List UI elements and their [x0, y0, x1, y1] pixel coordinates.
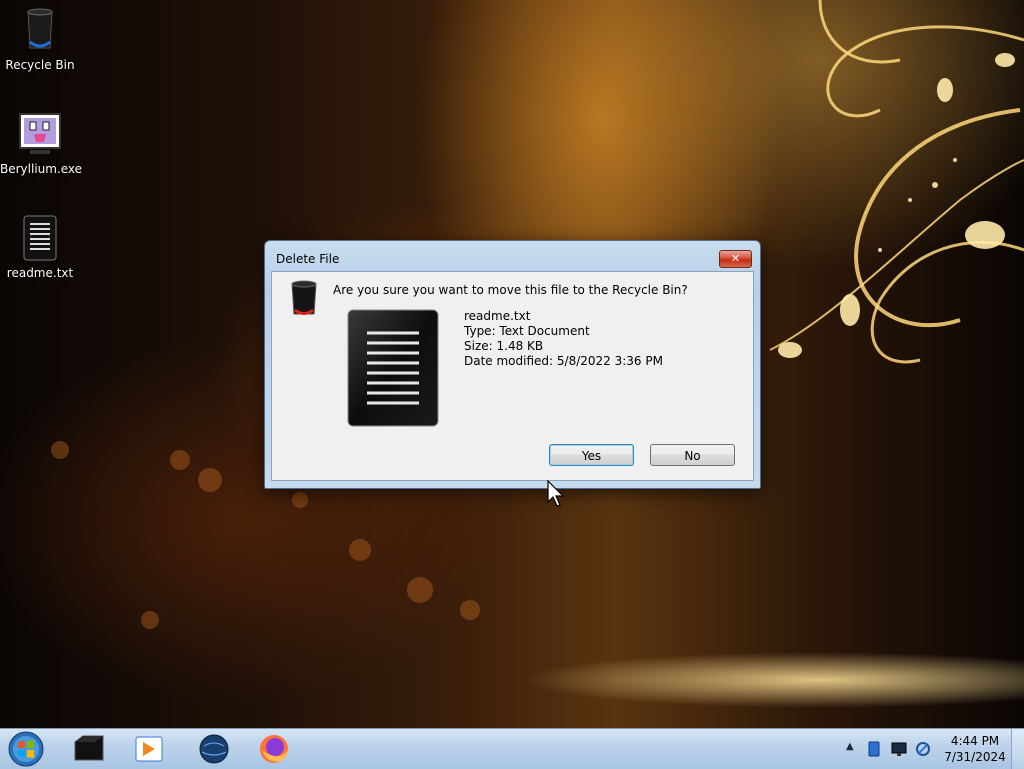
dialog-titlebar[interactable]: Delete File ✕ — [265, 241, 760, 273]
desktop-icon-label: Beryllium.exe — [0, 162, 83, 176]
start-button[interactable] — [6, 730, 46, 768]
file-type: Type: Text Document — [464, 324, 590, 338]
close-button[interactable]: ✕ — [719, 250, 752, 268]
desktop-icon-beryllium[interactable]: Beryllium.exe — [0, 110, 83, 176]
network-icon[interactable] — [915, 741, 931, 757]
text-file-icon — [16, 214, 64, 262]
file-modified: Date modified: 5/8/2022 3:36 PM — [464, 354, 663, 368]
tablet-icon[interactable] — [866, 741, 882, 757]
desktop-icon-label: Recycle Bin — [5, 58, 75, 72]
file-size: Size: 1.48 KB — [464, 339, 544, 353]
desktop-icon-recycle-bin[interactable]: Recycle Bin — [0, 6, 80, 72]
globe-icon[interactable] — [196, 732, 232, 766]
close-icon: ✕ — [730, 252, 741, 265]
media-player-icon[interactable] — [131, 732, 167, 766]
show-desktop-button[interactable] — [1011, 729, 1024, 769]
clock-date: 7/31/2024 — [944, 750, 1006, 764]
file-info: readme.txt Type: Text Document Size: 1.4… — [464, 309, 663, 369]
app-icon — [16, 110, 64, 158]
no-button[interactable]: No — [650, 444, 735, 466]
recycle-bin-icon — [16, 6, 64, 54]
taskbar: ▲ 4:44 PM 7/31/2024 — [0, 728, 1024, 769]
tray-expand-button[interactable]: ▲ — [846, 741, 854, 752]
file-name: readme.txt — [464, 309, 531, 323]
confirm-question: Are you sure you want to move this file … — [333, 283, 688, 297]
recycle-bin-icon — [291, 280, 317, 315]
desktop-icon-readme[interactable]: readme.txt — [0, 214, 80, 280]
clock-time: 4:44 PM — [950, 734, 1000, 748]
monitor-icon[interactable] — [891, 741, 907, 757]
firefox-icon[interactable] — [256, 732, 292, 766]
delete-file-dialog: Delete File ✕ Are you sure you want to m… — [264, 240, 761, 489]
dialog-title: Delete File — [276, 252, 340, 266]
text-file-icon — [347, 309, 439, 427]
desktop-icon-label: readme.txt — [6, 266, 74, 280]
dialog-body: Are you sure you want to move this file … — [271, 271, 754, 481]
system-clock[interactable]: 4:44 PM 7/31/2024 — [940, 733, 1010, 765]
terminal-icon[interactable] — [71, 732, 107, 766]
yes-button[interactable]: Yes — [549, 444, 634, 466]
mouse-cursor-icon — [547, 480, 565, 507]
